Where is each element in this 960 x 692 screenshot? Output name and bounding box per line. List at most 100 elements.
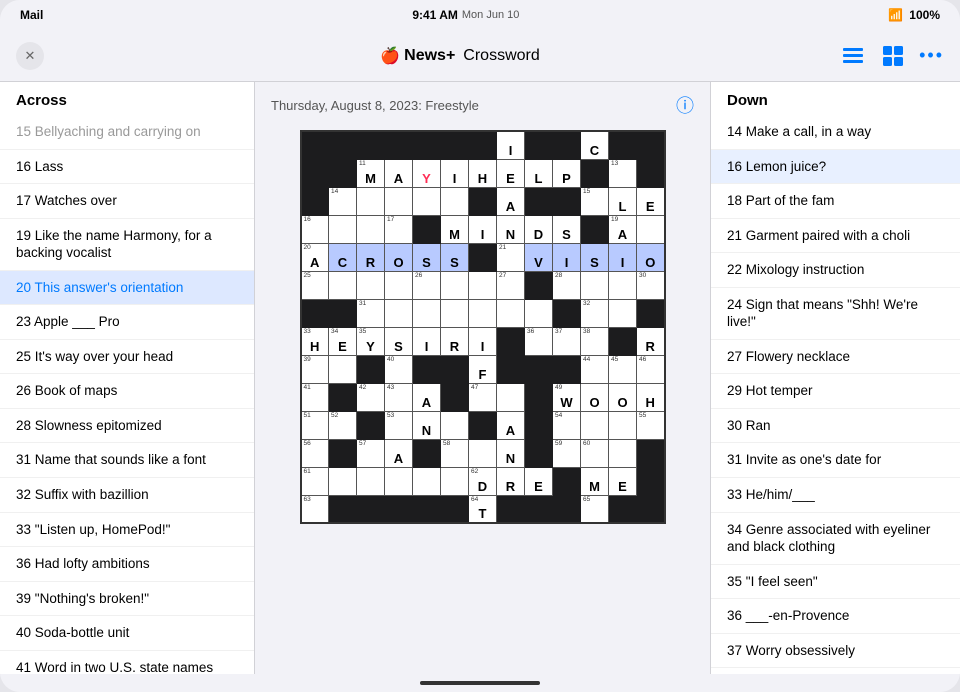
- grid-cell[interactable]: 49W: [553, 383, 581, 411]
- grid-cell[interactable]: [413, 187, 441, 215]
- grid-cell[interactable]: [385, 495, 413, 523]
- grid-cell[interactable]: E: [525, 467, 553, 495]
- list-item[interactable]: 18 Part of the fam: [711, 184, 960, 219]
- list-item[interactable]: 26 Book of maps: [0, 374, 254, 409]
- list-item-active[interactable]: 20 This answer's orientation: [0, 271, 254, 306]
- grid-cell[interactable]: [581, 159, 609, 187]
- grid-cell[interactable]: 56: [301, 439, 329, 467]
- grid-cell[interactable]: 35Y: [357, 327, 385, 355]
- list-item[interactable]: 15 Bellyaching and carrying on: [0, 115, 254, 150]
- grid-cell[interactable]: I: [553, 243, 581, 271]
- grid-cell[interactable]: 20A: [301, 243, 329, 271]
- grid-cell[interactable]: [553, 187, 581, 215]
- grid-cell[interactable]: M: [581, 467, 609, 495]
- grid-cell[interactable]: [441, 411, 469, 439]
- grid-cell[interactable]: [525, 187, 553, 215]
- grid-cell[interactable]: P: [553, 159, 581, 187]
- grid-cell[interactable]: [329, 299, 357, 327]
- grid-cell[interactable]: A: [385, 439, 413, 467]
- grid-cell[interactable]: R: [637, 327, 665, 355]
- grid-cell[interactable]: [525, 383, 553, 411]
- grid-cell[interactable]: [357, 131, 385, 159]
- grid-cell[interactable]: 40: [385, 355, 413, 383]
- grid-cell[interactable]: N: [497, 439, 525, 467]
- list-view-button[interactable]: [839, 42, 867, 70]
- grid-cell[interactable]: A: [413, 383, 441, 411]
- list-item[interactable]: 19 Like the name Harmony, for a backing …: [0, 219, 254, 271]
- grid-cell[interactable]: O: [609, 383, 637, 411]
- list-item[interactable]: 17 Watches over: [0, 184, 254, 219]
- grid-cell[interactable]: [329, 131, 357, 159]
- grid-cell[interactable]: S: [581, 243, 609, 271]
- grid-cell[interactable]: L: [525, 159, 553, 187]
- grid-cell[interactable]: [637, 131, 665, 159]
- grid-cell[interactable]: [525, 495, 553, 523]
- grid-cell[interactable]: 14: [329, 187, 357, 215]
- grid-cell[interactable]: [329, 383, 357, 411]
- grid-cell[interactable]: [385, 271, 413, 299]
- grid-cell[interactable]: [553, 299, 581, 327]
- grid-cell[interactable]: I: [441, 159, 469, 187]
- grid-cell[interactable]: [385, 187, 413, 215]
- grid-cell[interactable]: 28: [553, 271, 581, 299]
- grid-cell[interactable]: [441, 495, 469, 523]
- list-item[interactable]: 25 It's way over your head: [0, 340, 254, 375]
- grid-cell[interactable]: 58: [441, 439, 469, 467]
- grid-cell[interactable]: [357, 495, 385, 523]
- list-item-highlighted[interactable]: 16 Lemon juice?: [711, 150, 960, 185]
- grid-cell[interactable]: 41: [301, 383, 329, 411]
- grid-cell[interactable]: I: [469, 215, 497, 243]
- list-item[interactable]: 34 Genre associated with eyeliner and bl…: [711, 513, 960, 565]
- grid-cell[interactable]: [553, 495, 581, 523]
- grid-cell[interactable]: [609, 327, 637, 355]
- grid-cell[interactable]: [469, 439, 497, 467]
- grid-cell[interactable]: [469, 131, 497, 159]
- grid-cell[interactable]: [357, 215, 385, 243]
- grid-cell[interactable]: [497, 495, 525, 523]
- grid-cell[interactable]: [385, 299, 413, 327]
- grid-cell[interactable]: H: [637, 383, 665, 411]
- grid-cell[interactable]: [441, 467, 469, 495]
- grid-cell[interactable]: [581, 215, 609, 243]
- grid-cell[interactable]: 15: [581, 187, 609, 215]
- grid-cell[interactable]: 64T: [469, 495, 497, 523]
- list-item[interactable]: 32 Suffix with bazillion: [0, 478, 254, 513]
- grid-cell[interactable]: S: [553, 215, 581, 243]
- grid-cell[interactable]: [441, 299, 469, 327]
- grid-cell[interactable]: [497, 299, 525, 327]
- grid-cell[interactable]: [413, 495, 441, 523]
- grid-cell[interactable]: [469, 271, 497, 299]
- crossword-grid[interactable]: IC11MAYIHELP1314A15LE1617MINDS19A20ACROS…: [300, 130, 666, 524]
- grid-cell[interactable]: [525, 439, 553, 467]
- grid-cell[interactable]: [413, 299, 441, 327]
- grid-cell[interactable]: 25: [301, 271, 329, 299]
- info-icon[interactable]: ⓘ: [676, 92, 694, 118]
- list-item[interactable]: 27 Flowery necklace: [711, 340, 960, 375]
- grid-cell[interactable]: 65: [581, 495, 609, 523]
- grid-cell[interactable]: [497, 355, 525, 383]
- grid-cell[interactable]: [469, 411, 497, 439]
- grid-cell[interactable]: [637, 495, 665, 523]
- grid-cell[interactable]: I: [413, 327, 441, 355]
- grid-cell[interactable]: R: [497, 467, 525, 495]
- list-item[interactable]: 29 Hot temper: [711, 374, 960, 409]
- grid-cell[interactable]: R: [357, 243, 385, 271]
- grid-cell[interactable]: [497, 327, 525, 355]
- grid-cell[interactable]: [637, 439, 665, 467]
- grid-cell[interactable]: 32: [581, 299, 609, 327]
- grid-cell[interactable]: 46: [637, 355, 665, 383]
- grid-cell[interactable]: [525, 411, 553, 439]
- grid-cell[interactable]: [385, 131, 413, 159]
- grid-cell[interactable]: 52: [329, 411, 357, 439]
- grid-cell[interactable]: N: [413, 411, 441, 439]
- grid-cell[interactable]: [301, 159, 329, 187]
- grid-cell[interactable]: 13: [609, 159, 637, 187]
- grid-cell[interactable]: [609, 271, 637, 299]
- grid-cell[interactable]: [329, 495, 357, 523]
- grid-cell[interactable]: 11M: [357, 159, 385, 187]
- list-item[interactable]: 37 Worry obsessively: [711, 634, 960, 669]
- grid-cell[interactable]: [441, 383, 469, 411]
- list-item[interactable]: 33 "Listen up, HomePod!": [0, 513, 254, 548]
- list-item[interactable]: 14 Make a call, in a way: [711, 115, 960, 150]
- grid-cell[interactable]: [413, 439, 441, 467]
